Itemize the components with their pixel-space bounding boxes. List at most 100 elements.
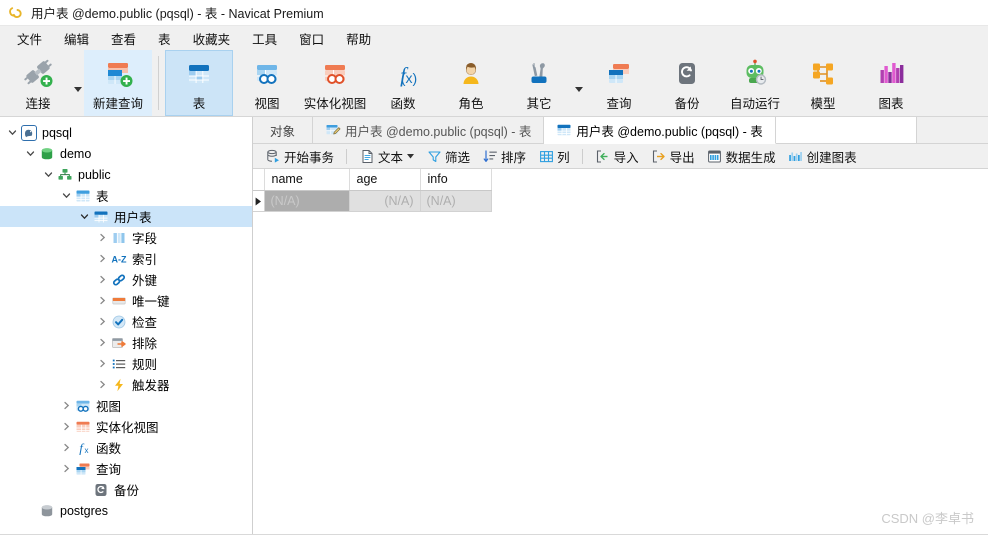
toolbar-caret-other[interactable] — [573, 50, 585, 116]
tree-item-views[interactable]: 视图 — [0, 395, 252, 416]
begin-transaction-button[interactable]: 开始事务 — [259, 144, 340, 169]
tree-item-fields[interactable]: 字段 — [0, 227, 252, 248]
cell-age[interactable]: (N/A) — [349, 190, 421, 212]
chevron-down-icon[interactable] — [22, 149, 38, 158]
toolbar-button-query[interactable]: 查询 — [585, 50, 653, 116]
toolbar-button-other[interactable]: 其它 — [505, 50, 573, 116]
toolbar-caret-connection[interactable] — [72, 50, 84, 116]
chevron-right-icon[interactable] — [58, 443, 74, 452]
toolbar-button-view[interactable]: 视图 — [233, 50, 301, 116]
chevron-right-icon[interactable] — [94, 338, 110, 347]
menu-window[interactable]: 窗口 — [288, 26, 335, 51]
data-generation-button[interactable]: 数据生成 — [701, 144, 782, 169]
tree-label-checks: 检查 — [132, 316, 158, 330]
tab-bar-end-spacer — [775, 117, 917, 143]
cell-name[interactable]: (N/A) — [264, 190, 350, 212]
toolbar-button-new-query[interactable]: 新建查询 — [84, 50, 152, 116]
trigger-bolt-icon — [110, 377, 128, 393]
tree-item-rules[interactable]: 规则 — [0, 353, 252, 374]
check-circle-icon — [110, 314, 128, 330]
menu-help[interactable]: 帮助 — [335, 26, 382, 51]
toolbar-label-query: 查询 — [606, 97, 632, 111]
tree-item-indexes[interactable]: A-Z 索引 — [0, 248, 252, 269]
main-body: pqsql demo public 表 用户表 字段 A-Z 索引 外键 唯一键… — [0, 117, 988, 535]
text-view-button[interactable]: 文本 — [353, 144, 420, 169]
toolbar-button-connection[interactable]: 连接 — [4, 50, 72, 116]
filter-button[interactable]: 筛选 — [420, 144, 476, 169]
toolbar-button-materialized-view[interactable]: 实体化视图 — [301, 50, 369, 116]
toolbar-button-model[interactable]: 模型 — [789, 50, 857, 116]
columns-button[interactable]: 列 — [532, 144, 576, 169]
window-title: 用户表 @demo.public (pqsql) - 表 - Navicat P… — [31, 7, 324, 21]
tree-item-materialized-views[interactable]: 实体化视图 — [0, 416, 252, 437]
tree-item-checks[interactable]: 检查 — [0, 311, 252, 332]
chevron-right-icon[interactable] — [58, 422, 74, 431]
tree-label-rules: 规则 — [132, 358, 158, 372]
chevron-down-icon[interactable] — [58, 191, 74, 200]
tree-label-postgres-db: postgres — [60, 503, 108, 518]
menu-tools[interactable]: 工具 — [241, 26, 288, 51]
tree-item-pqsql[interactable]: pqsql — [0, 122, 252, 143]
navicat-logo-icon — [8, 5, 24, 21]
menu-favorites[interactable]: 收藏夹 — [182, 26, 242, 51]
sort-button[interactable]: 排序 — [476, 144, 532, 169]
chevron-right-icon[interactable] — [94, 296, 110, 305]
table-row[interactable]: (N/A) (N/A) (N/A) — [253, 190, 492, 212]
toolbar-label-new-query: 新建查询 — [92, 97, 143, 111]
tree-item-foreign-keys[interactable]: 外键 — [0, 269, 252, 290]
title-bar: 用户表 @demo.public (pqsql) - 表 - Navicat P… — [0, 0, 988, 26]
toolbar-button-role[interactable]: 角色 — [437, 50, 505, 116]
data-toolbar: 开始事务 文本 筛选 排序 列 导入 导出 数据生成 创建图表 — [253, 144, 988, 169]
menu-file[interactable]: 文件 — [6, 26, 53, 51]
create-chart-button[interactable]: 创建图表 — [782, 144, 863, 169]
chevron-right-icon[interactable] — [94, 233, 110, 242]
menu-edit[interactable]: 编辑 — [53, 26, 100, 51]
tree-item-backups[interactable]: 备份 — [0, 479, 252, 500]
chevron-right-icon[interactable] — [58, 401, 74, 410]
chevron-right-icon[interactable] — [94, 317, 110, 326]
chevron-right-icon[interactable] — [94, 275, 110, 284]
column-header-name[interactable]: name — [264, 169, 350, 191]
tree-item-public[interactable]: public — [0, 164, 252, 185]
column-header-info[interactable]: info — [420, 169, 492, 191]
tree-item-tables-folder[interactable]: 表 — [0, 185, 252, 206]
toolbar-button-chart[interactable]: 图表 — [857, 50, 925, 116]
menu-table[interactable]: 表 — [147, 26, 182, 51]
toolbar-button-table[interactable]: 表 — [165, 50, 233, 116]
chevron-right-icon[interactable] — [94, 359, 110, 368]
chevron-right-icon[interactable] — [94, 380, 110, 389]
chevron-right-icon[interactable] — [94, 254, 110, 263]
tree-item-user-table[interactable]: 用户表 — [0, 206, 252, 227]
tree-item-functions[interactable]: f x 函数 — [0, 437, 252, 458]
chevron-down-icon[interactable] — [407, 153, 415, 159]
tab-table-data[interactable]: 用户表 @demo.public (pqsql) - 表 — [544, 117, 776, 144]
tree-item-queries[interactable]: 查询 — [0, 458, 252, 479]
tab-objects[interactable]: 对象 — [253, 117, 314, 143]
backup-icon — [670, 57, 704, 91]
connection-plug-add-icon — [21, 57, 55, 91]
tree-item-postgres-db[interactable]: postgres — [0, 500, 252, 521]
chevron-down-icon[interactable] — [40, 170, 56, 179]
cell-info[interactable]: (N/A) — [420, 190, 492, 212]
tree-item-demo[interactable]: demo — [0, 143, 252, 164]
toolbar-button-backup[interactable]: 备份 — [653, 50, 721, 116]
toolbar-button-automation[interactable]: 自动运行 — [721, 50, 789, 116]
tree-label-pqsql: pqsql — [42, 125, 72, 140]
tab-design-table[interactable]: 用户表 @demo.public (pqsql) - 表 — [313, 117, 545, 143]
data-grid[interactable]: name age info (N/A) (N/A) (N/A) — [253, 169, 988, 535]
tree-item-triggers[interactable]: 触发器 — [0, 374, 252, 395]
toolbar-button-function[interactable]: f (x) 函数 — [369, 50, 437, 116]
menu-view[interactable]: 查看 — [100, 26, 147, 51]
export-button[interactable]: 导出 — [645, 144, 701, 169]
column-header-age[interactable]: age — [349, 169, 421, 191]
chevron-down-icon[interactable] — [4, 128, 20, 137]
chevron-down-icon[interactable] — [76, 212, 92, 221]
navigation-sidebar[interactable]: pqsql demo public 表 用户表 字段 A-Z 索引 外键 唯一键… — [0, 117, 253, 535]
view-icon — [250, 57, 284, 91]
toolbar-label-automation: 自动运行 — [729, 97, 780, 111]
row-current-marker[interactable] — [253, 190, 265, 212]
chevron-right-icon[interactable] — [58, 464, 74, 473]
tree-item-unique-keys[interactable]: 唯一键 — [0, 290, 252, 311]
import-button[interactable]: 导入 — [589, 144, 645, 169]
tree-item-excludes[interactable]: 排除 — [0, 332, 252, 353]
